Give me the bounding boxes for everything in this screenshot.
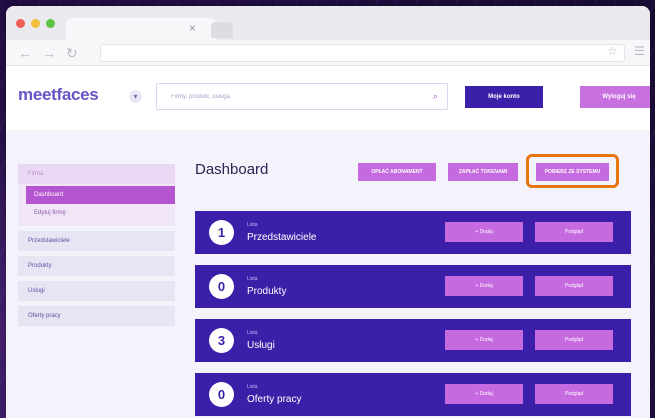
view-products-button[interactable]: Podgląd <box>535 276 613 296</box>
add-product-button[interactable]: + Dodaj <box>445 276 523 296</box>
back-icon[interactable]: ← <box>18 45 32 61</box>
summary-card-representatives: 1 Lista Przedstawiciele + Dodaj Podgląd <box>195 211 631 254</box>
sidebar-item-services[interactable]: Usługi <box>18 281 175 301</box>
add-representative-button[interactable]: + Dodaj <box>445 222 523 242</box>
card-label: Produkty <box>247 286 287 297</box>
sidebar: Firma Dashboard Edytuj firmę Przedstawic… <box>18 164 175 326</box>
view-job-offers-button[interactable]: Podgląd <box>535 384 613 404</box>
close-icon[interactable]: × <box>189 21 196 35</box>
page: meetfaces ▾ ⌕ Moje konto Wyloguj się Fir… <box>6 66 650 418</box>
summary-card-services: 3 Lista Usługi + Dodaj Podgląd <box>195 319 631 362</box>
logo[interactable]: meetfaces <box>18 85 99 105</box>
logo-text: meetfaces <box>18 85 99 104</box>
site-header: meetfaces ▾ ⌕ Moje konto Wyloguj się <box>6 66 650 130</box>
count-badge: 3 <box>209 328 234 353</box>
card-caption: Lista <box>247 222 258 228</box>
view-services-button[interactable]: Podgląd <box>535 330 613 350</box>
search-input[interactable] <box>157 84 407 109</box>
card-caption: Lista <box>247 276 258 282</box>
sidebar-submenu: Dashboard Edytuj firmę <box>18 184 175 226</box>
card-label: Oferty pracy <box>247 394 302 405</box>
add-service-button[interactable]: + Dodaj <box>445 330 523 350</box>
address-bar: ← → ↻ ☆ ☰ <box>6 40 650 66</box>
summary-card-job-offers: 0 Lista Oferty pracy + Dodaj Podgląd <box>195 373 631 416</box>
new-tab-button[interactable] <box>211 22 233 38</box>
browser-window: × ← → ↻ ☆ ☰ meetfaces ▾ ⌕ Moje konto Wyl… <box>6 6 650 418</box>
card-label: Usługi <box>247 340 275 351</box>
sidebar-item-representatives[interactable]: Przedstawiciele <box>18 231 175 251</box>
url-input[interactable] <box>100 44 625 62</box>
account-button[interactable]: Moje konto <box>465 86 543 108</box>
sidebar-item-job-offers[interactable]: Oferty pracy <box>18 306 175 326</box>
window-controls <box>16 19 55 28</box>
sidebar-item-products[interactable]: Produkty <box>18 256 175 276</box>
search-icon[interactable]: ⌕ <box>433 91 438 102</box>
count-badge: 0 <box>209 274 234 299</box>
logout-button[interactable]: Wyloguj się <box>580 86 650 108</box>
download-system-button[interactable]: POBIERZ ZE SYSTEMU <box>536 163 609 181</box>
close-window-button[interactable] <box>16 19 25 28</box>
view-representatives-button[interactable]: Podgląd <box>535 222 613 242</box>
tab-bar: × <box>6 6 650 40</box>
star-icon[interactable]: ☆ <box>607 44 618 58</box>
card-caption: Lista <box>247 330 258 336</box>
add-job-offer-button[interactable]: + Dodaj <box>445 384 523 404</box>
forward-icon[interactable]: → <box>42 45 56 61</box>
minimize-window-button[interactable] <box>31 19 40 28</box>
count-badge: 0 <box>209 382 234 407</box>
maximize-window-button[interactable] <box>46 19 55 28</box>
sidebar-item-edit-company[interactable]: Edytuj firmę <box>26 204 175 222</box>
menu-icon[interactable]: ☰ <box>634 44 645 58</box>
pay-subscription-button[interactable]: OPŁAĆ ABONAMENT <box>358 163 436 181</box>
count-badge: 1 <box>209 220 234 245</box>
reload-icon[interactable]: ↻ <box>66 45 78 62</box>
card-caption: Lista <box>247 384 258 390</box>
summary-card-products: 0 Lista Produkty + Dodaj Podgląd <box>195 265 631 308</box>
search-box: ⌕ <box>156 83 448 110</box>
page-title: Dashboard <box>195 161 269 178</box>
sidebar-item-dashboard[interactable]: Dashboard <box>26 186 175 204</box>
card-label: Przedstawiciele <box>247 232 317 243</box>
chevron-down-icon[interactable]: ▾ <box>129 90 142 103</box>
pay-tokens-button[interactable]: ZAPŁAĆ TOKENAMI <box>448 163 518 181</box>
sidebar-group-title[interactable]: Firma <box>18 164 175 184</box>
